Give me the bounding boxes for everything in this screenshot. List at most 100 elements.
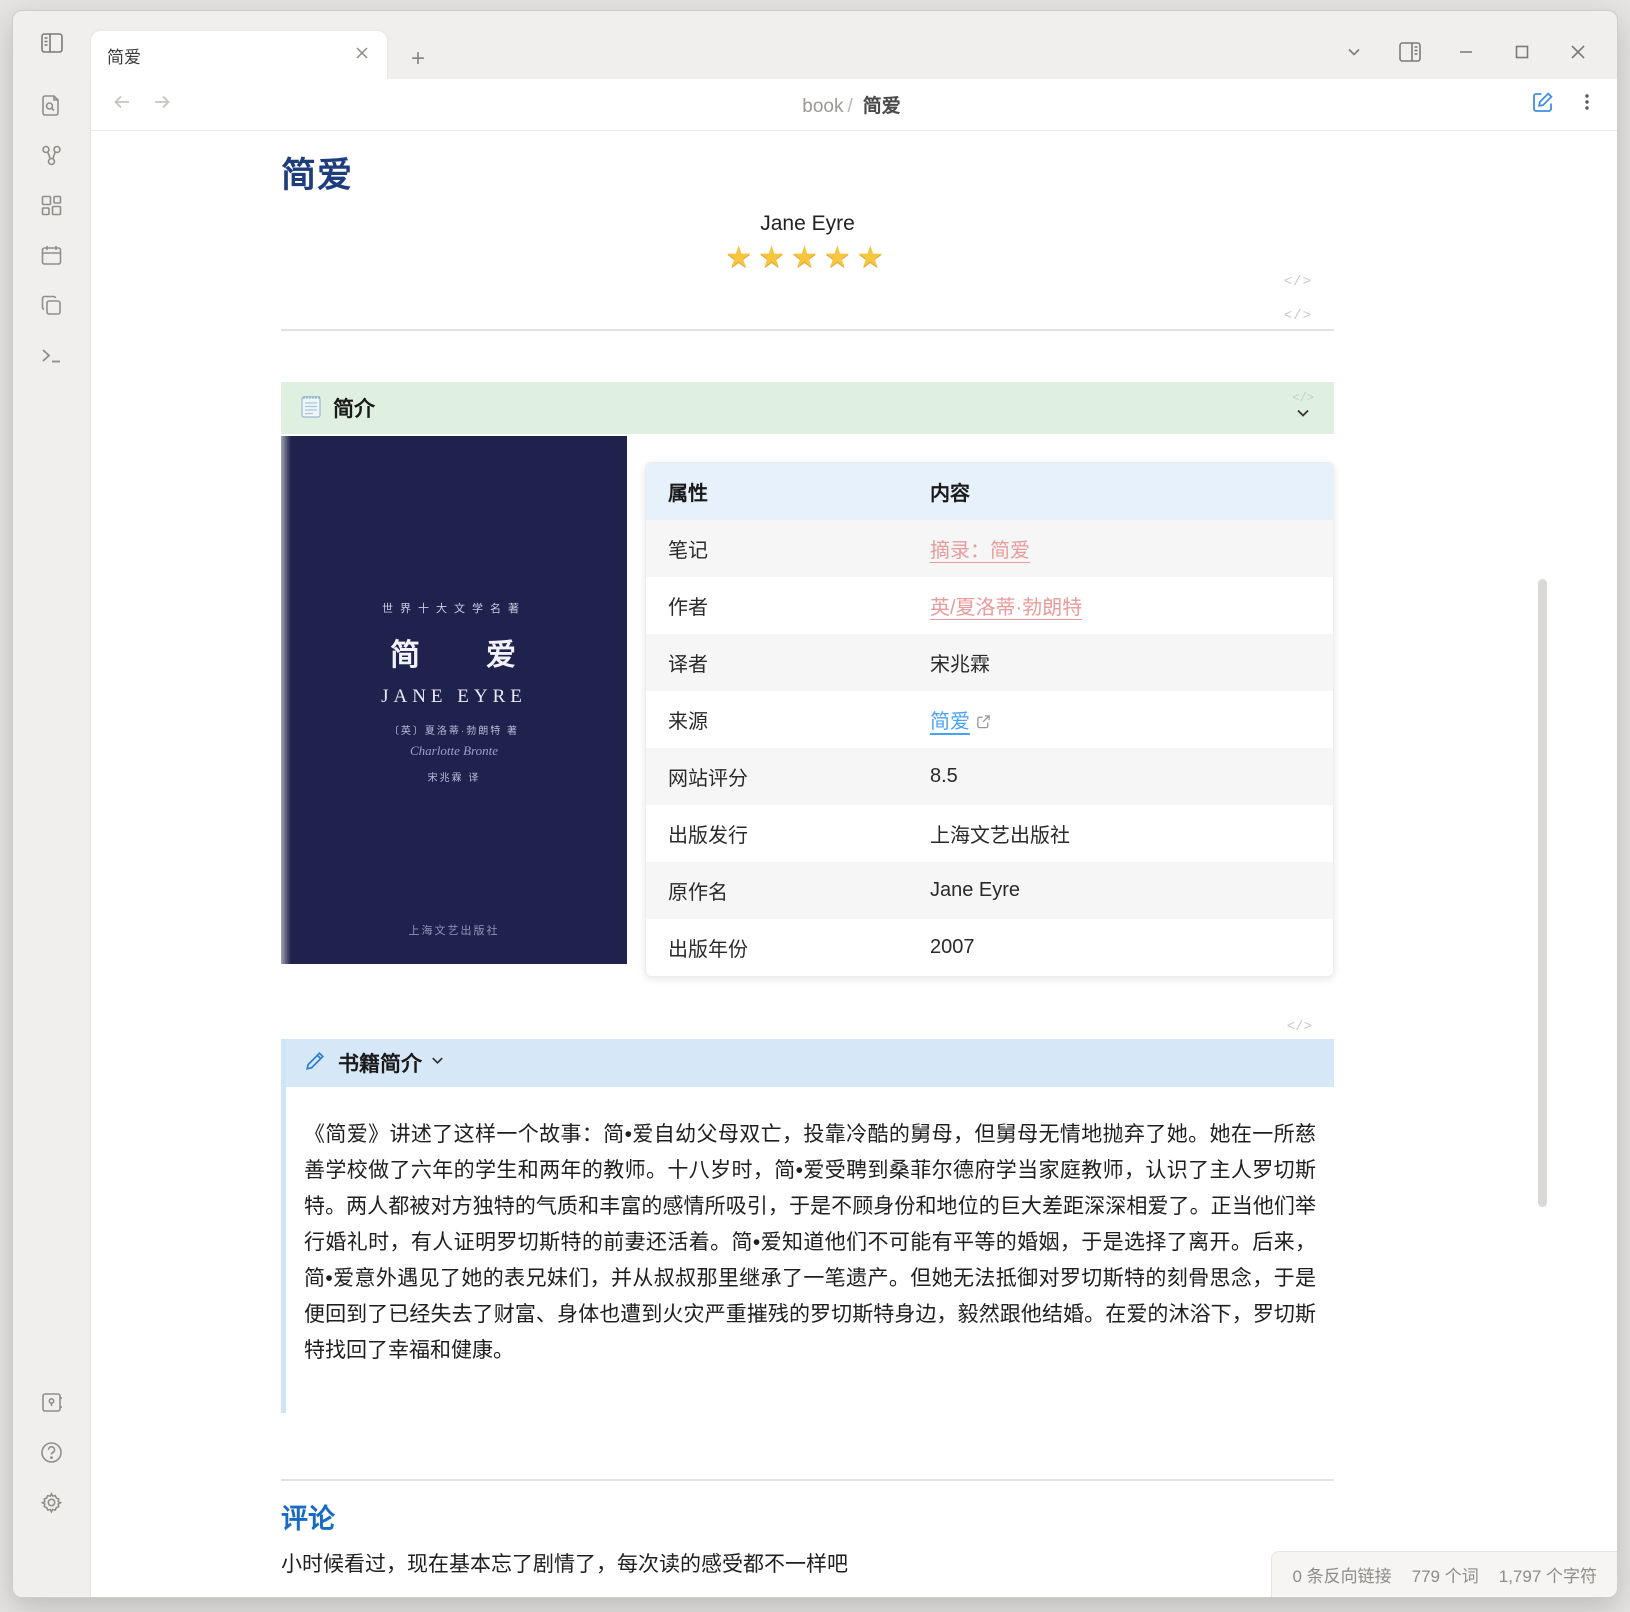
external-link-icon bbox=[970, 711, 991, 733]
row-value: 上海文艺出版社 bbox=[930, 819, 1311, 848]
table-row: 译者宋兆霖 bbox=[646, 634, 1333, 691]
code-block-icon[interactable]: </> bbox=[1284, 274, 1312, 290]
terminal-icon[interactable] bbox=[39, 343, 64, 368]
tab-bar: 简爱 + bbox=[91, 11, 1341, 79]
app-window: 简爱 + bbox=[12, 10, 1618, 1598]
breadcrumb-parent[interactable]: book bbox=[802, 96, 843, 117]
page-title[interactable]: 简爱 bbox=[281, 147, 1334, 198]
breadcrumb-separator: / bbox=[847, 96, 852, 117]
row-label: 网站评分 bbox=[668, 762, 930, 791]
row-label: 原作名 bbox=[668, 876, 930, 905]
cover-translator: 宋兆霖 译 bbox=[281, 769, 627, 784]
comments-heading[interactable]: 评论 bbox=[281, 1497, 1334, 1536]
sidebar-toggle-icon[interactable] bbox=[39, 30, 65, 61]
title-bar: 简爱 + bbox=[13, 11, 1617, 79]
book-cover-image[interactable]: 世界十大文学名著 简 爱 JANE EYRE 〔英〕夏洛蒂·勃朗特 著 Char… bbox=[281, 436, 627, 964]
horizontal-rule bbox=[281, 1479, 1334, 1481]
copy-pages-icon[interactable] bbox=[39, 293, 64, 318]
tab-jane-eyre[interactable]: 简爱 bbox=[91, 31, 387, 79]
dock-panel-icon[interactable] bbox=[1397, 39, 1423, 65]
row-value: 英/夏洛蒂·勃朗特 bbox=[930, 591, 1311, 620]
safe-vault-icon[interactable] bbox=[39, 1390, 64, 1415]
vertical-scrollbar[interactable] bbox=[1538, 579, 1547, 1207]
cover-publisher: 上海文艺出版社 bbox=[281, 922, 627, 938]
external-link[interactable]: 简爱 bbox=[930, 711, 970, 733]
backlinks-count[interactable]: 0 条反向链接 bbox=[1292, 1562, 1391, 1587]
row-value: Jane Eyre bbox=[930, 879, 1311, 902]
file-tree-icon[interactable] bbox=[39, 93, 64, 118]
notepad-icon bbox=[299, 393, 323, 424]
table-row: 作者英/夏洛蒂·勃朗特 bbox=[646, 577, 1333, 634]
star-rating[interactable]: ★★★★★ bbox=[281, 240, 1334, 275]
code-block-icon[interactable]: </> bbox=[1292, 391, 1314, 405]
cover-author-en: Charlotte Bronte bbox=[281, 743, 627, 759]
breadcrumb[interactable]: book/ 简爱 bbox=[173, 91, 1530, 118]
attributes-table: 属性 内容 笔记摘录：简爱作者英/夏洛蒂·勃朗特译者宋兆霖来源简爱网站评分8.5… bbox=[645, 462, 1334, 977]
row-value: 宋兆霖 bbox=[930, 648, 1311, 677]
editor-toolbar: book/ 简爱 bbox=[91, 79, 1617, 131]
title-attributes: Jane Eyre ★★★★★ </> </> bbox=[281, 212, 1334, 275]
table-row: 出版发行上海文艺出版社 bbox=[646, 805, 1333, 862]
row-value: 2007 bbox=[930, 936, 1311, 959]
summary-callout: 书籍简介 《简爱》讲述了这样一个故事：简•爱自幼父母双亡，投靠冷酷的舅母，但舅母… bbox=[281, 1039, 1334, 1413]
flashcard-grid-icon[interactable] bbox=[39, 193, 64, 218]
status-bar: 0 条反向链接 779 个词 1,797 个字符 bbox=[1271, 1551, 1617, 1597]
tab-close-icon[interactable] bbox=[351, 43, 373, 67]
row-value: 摘录：简爱 bbox=[930, 534, 1311, 563]
summary-callout-header[interactable]: 书籍简介 bbox=[286, 1039, 1334, 1087]
pencil-icon bbox=[304, 1050, 326, 1077]
horizontal-rule bbox=[281, 329, 1334, 331]
block-ref-link[interactable]: 英/夏洛蒂·勃朗特 bbox=[930, 597, 1082, 619]
close-window-button[interactable] bbox=[1565, 39, 1591, 65]
intro-callout-header[interactable]: 简介 </> bbox=[281, 382, 1334, 434]
back-button[interactable] bbox=[111, 91, 133, 118]
breadcrumb-current[interactable]: 简爱 bbox=[863, 96, 901, 117]
edit-mode-icon[interactable] bbox=[1530, 90, 1555, 120]
cover-tagline: 世界十大文学名著 bbox=[281, 600, 627, 616]
table-row: 原作名Jane Eyre bbox=[646, 862, 1333, 919]
window-controls bbox=[1341, 11, 1617, 79]
table-row: 出版年份2007 bbox=[646, 919, 1333, 976]
left-dock bbox=[13, 79, 91, 1597]
book-summary-paragraph[interactable]: 《简爱》讲述了这样一个故事：简•爱自幼父母双亡，投靠冷酷的舅母，但舅母无情地抛弃… bbox=[304, 1117, 1316, 1369]
row-label: 出版年份 bbox=[668, 933, 930, 962]
graph-view-icon[interactable] bbox=[39, 143, 64, 168]
row-label: 出版发行 bbox=[668, 819, 930, 848]
row-value: 8.5 bbox=[930, 765, 1311, 788]
table-row: 网站评分8.5 bbox=[646, 748, 1333, 805]
tab-menu-chevron-icon[interactable] bbox=[1341, 39, 1367, 65]
summary-callout-title: 书籍简介 bbox=[338, 1048, 422, 1078]
block-ref-link[interactable]: 摘录：简爱 bbox=[930, 540, 1030, 562]
minimize-button[interactable] bbox=[1453, 39, 1479, 65]
word-count: 779 个词 bbox=[1412, 1562, 1479, 1587]
new-tab-button[interactable]: + bbox=[403, 45, 433, 79]
table-row: 笔记摘录：简爱 bbox=[646, 520, 1333, 577]
comment-text[interactable]: 小时候看过，现在基本忘了剧情了，每次读的感受都不一样吧 bbox=[281, 1548, 1334, 1578]
table-header-content: 内容 bbox=[930, 477, 1311, 506]
row-label: 作者 bbox=[668, 591, 930, 620]
collapse-chevron-icon[interactable] bbox=[1295, 405, 1311, 426]
code-block-icon[interactable]: </> bbox=[1287, 1019, 1312, 1035]
cover-author-cn: 〔英〕夏洛蒂·勃朗特 著 bbox=[281, 722, 627, 737]
table-header-row: 属性 内容 bbox=[646, 463, 1333, 520]
code-block-icon[interactable]: </> bbox=[1284, 308, 1312, 324]
book-subtitle[interactable]: Jane Eyre bbox=[281, 212, 1334, 236]
cover-title-en: JANE EYRE bbox=[281, 686, 627, 708]
row-value: 简爱 bbox=[930, 705, 1311, 734]
cover-title-cn: 简 爱 bbox=[281, 630, 627, 674]
settings-gear-icon[interactable] bbox=[39, 1490, 64, 1515]
intro-callout: 简介 </> 世界 bbox=[281, 382, 1334, 977]
help-icon[interactable] bbox=[39, 1440, 64, 1465]
calendar-icon[interactable] bbox=[39, 243, 64, 268]
editor-scroll-area[interactable]: 简爱 Jane Eyre ★★★★★ </> </> bbox=[91, 131, 1617, 1597]
char-count: 1,797 个字符 bbox=[1499, 1562, 1597, 1587]
row-label: 笔记 bbox=[668, 534, 930, 563]
row-label: 译者 bbox=[668, 648, 930, 677]
table-row: 来源简爱 bbox=[646, 691, 1333, 748]
intro-callout-title: 简介 bbox=[333, 393, 1292, 423]
table-header-attribute: 属性 bbox=[668, 477, 930, 506]
more-menu-icon[interactable] bbox=[1577, 92, 1597, 117]
collapse-chevron-icon[interactable] bbox=[430, 1053, 445, 1073]
maximize-button[interactable] bbox=[1509, 39, 1535, 65]
forward-button[interactable] bbox=[151, 91, 173, 118]
